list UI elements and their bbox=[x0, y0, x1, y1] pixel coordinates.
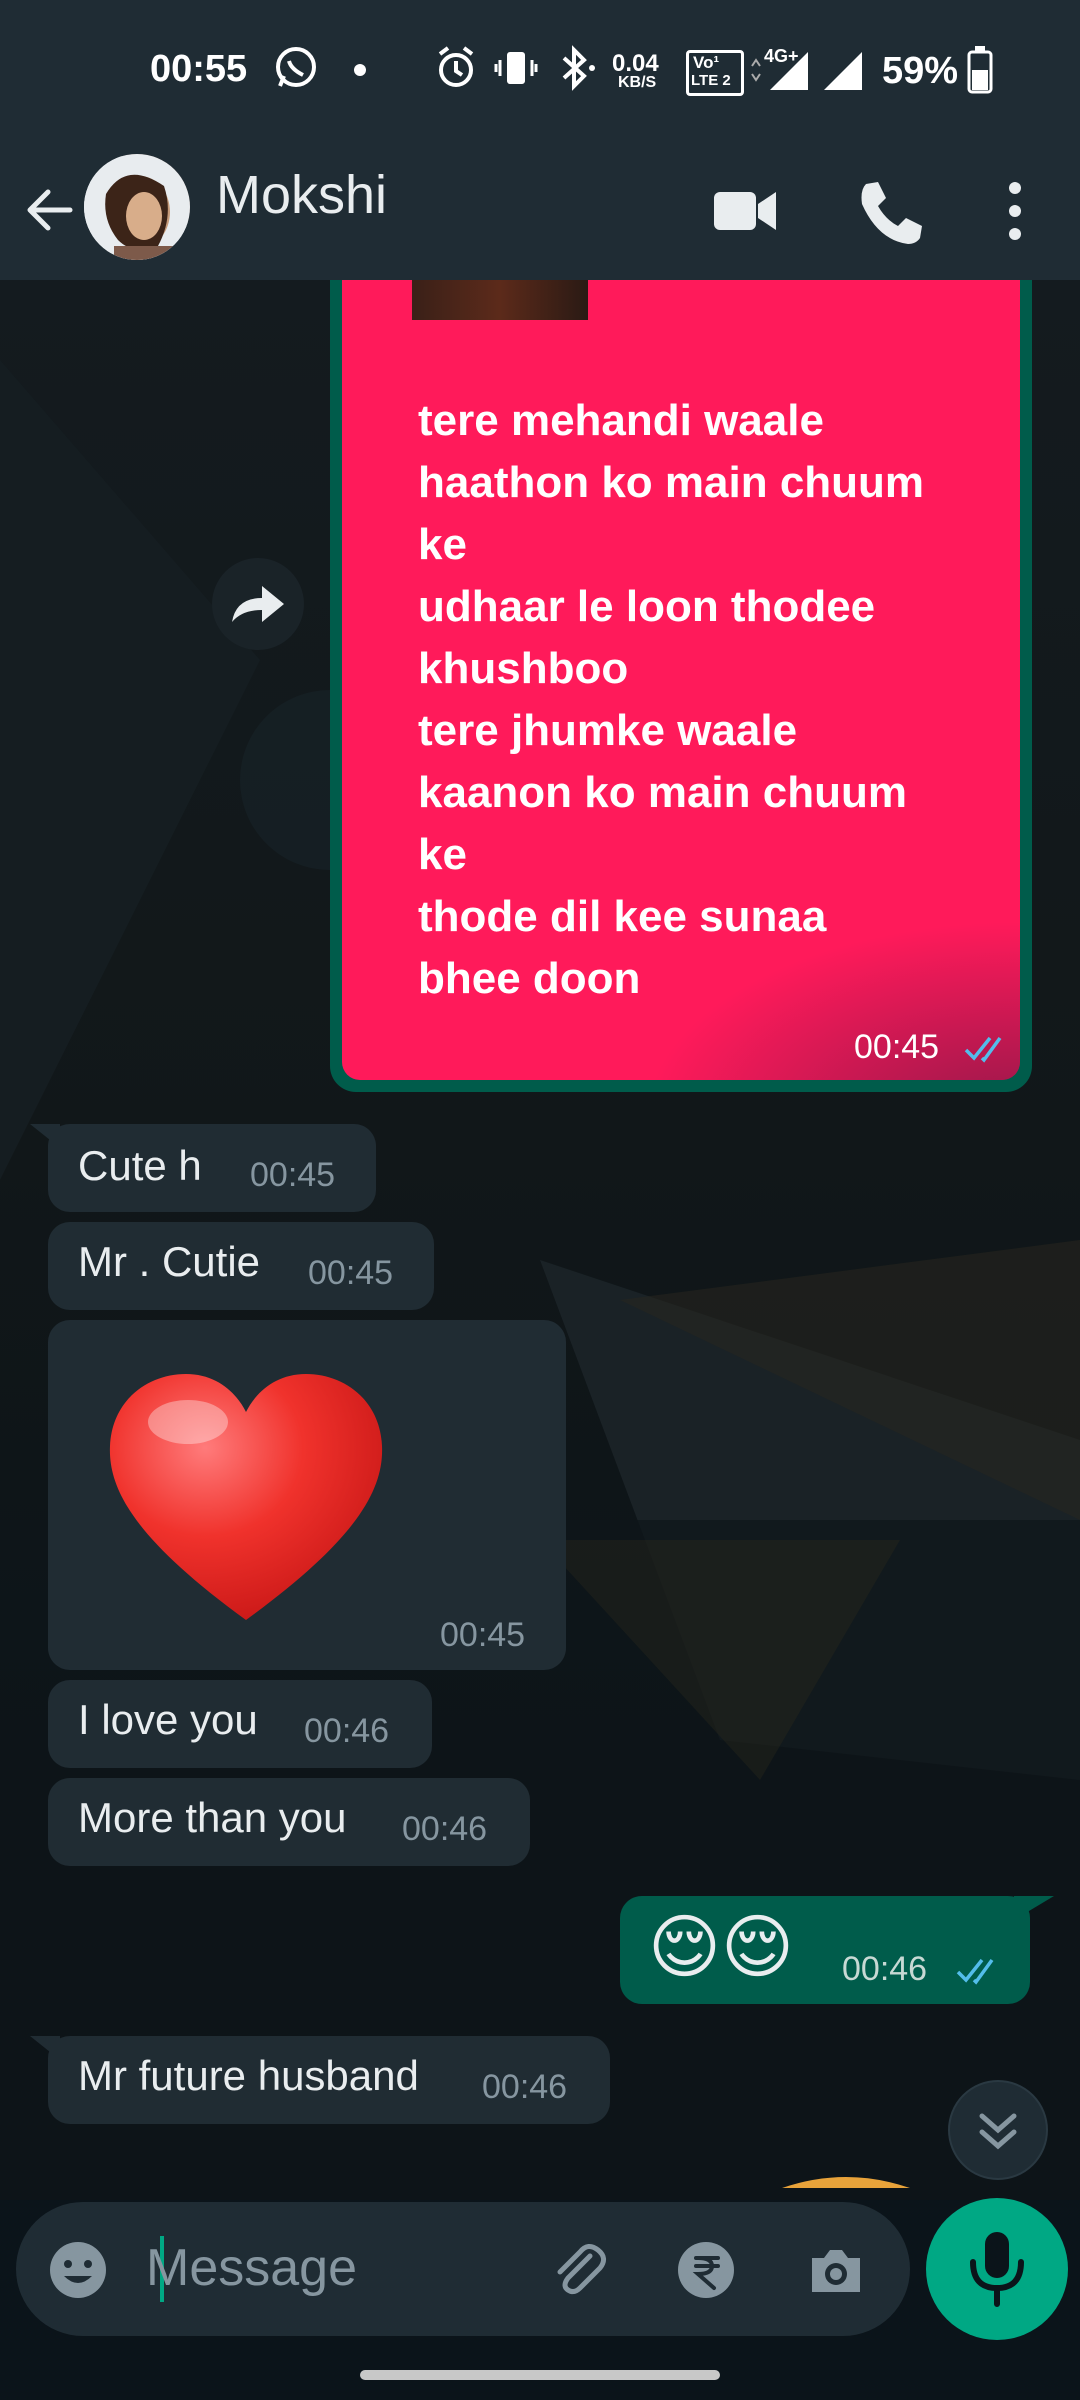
message-text: Mr . Cutie bbox=[78, 1238, 261, 1285]
media-thumbnail bbox=[412, 280, 588, 320]
nav-gesture-handle[interactable] bbox=[360, 2370, 720, 2380]
battery-percent: 59% bbox=[882, 50, 959, 92]
forward-icon bbox=[232, 586, 284, 622]
volte-icon: Vo¹ LTE 2 bbox=[686, 50, 744, 96]
lyric-line: tere jhumke waale bbox=[418, 706, 798, 755]
camera-icon[interactable] bbox=[804, 2238, 868, 2302]
volte-label: Vo¹ bbox=[693, 53, 720, 72]
lyric-line: ke bbox=[418, 830, 467, 879]
scroll-to-bottom-button[interactable] bbox=[948, 2080, 1048, 2180]
message-time: 00:45 bbox=[250, 1156, 336, 1194]
lyric-line: tere mehandi waale bbox=[418, 396, 824, 445]
read-ticks-icon bbox=[964, 1036, 1002, 1063]
incoming-message[interactable]: More than you 00:46 bbox=[48, 1778, 530, 1866]
phone-call-icon[interactable] bbox=[844, 166, 934, 256]
signal-sim1-icon bbox=[751, 52, 808, 90]
read-ticks-icon bbox=[956, 1958, 994, 1985]
back-arrow-icon[interactable] bbox=[22, 182, 78, 238]
vibrate-icon bbox=[494, 52, 538, 84]
lyric-line: kaanon ko main chuum bbox=[418, 768, 907, 817]
message-time: 00:45 bbox=[308, 1254, 394, 1292]
message-emoji-text: 😌😌 bbox=[648, 1908, 794, 1986]
message-time: 00:46 bbox=[402, 1810, 488, 1848]
message-time: 00:45 bbox=[440, 1616, 526, 1654]
partial-sticker bbox=[782, 2177, 910, 2188]
media-message-bubble[interactable]: tere mehandi waale haathon ko main chuum… bbox=[330, 280, 1032, 1092]
lte-label: LTE 2 bbox=[691, 72, 731, 89]
incoming-message[interactable]: I love you 00:46 bbox=[48, 1680, 432, 1768]
contact-name[interactable]: Mokshi bbox=[216, 164, 387, 226]
avatar-photo bbox=[84, 154, 190, 260]
video-call-icon[interactable] bbox=[700, 166, 790, 256]
incoming-message[interactable]: Cute h 00:45 bbox=[48, 1124, 376, 1212]
double-chevron-down-icon bbox=[979, 2113, 1017, 2150]
bluetooth-icon bbox=[562, 45, 595, 91]
battery-icon bbox=[967, 46, 993, 94]
message-time: 00:45 bbox=[854, 1028, 940, 1066]
rupee-payment-icon[interactable] bbox=[674, 2238, 738, 2302]
message-text: Mr future husband bbox=[78, 2052, 419, 2099]
message-input[interactable]: Message bbox=[146, 2238, 357, 2298]
incoming-message[interactable]: Mr future husband 00:46 bbox=[48, 2036, 610, 2124]
status-time: 00:55 bbox=[150, 48, 248, 90]
chat-header: Mokshi bbox=[0, 140, 1080, 280]
mic-icon bbox=[970, 2232, 1024, 2307]
emoji-icon[interactable] bbox=[46, 2238, 110, 2302]
whatsapp-notification-icon bbox=[276, 47, 316, 87]
more-vert-icon[interactable] bbox=[970, 166, 1060, 256]
message-time: 00:46 bbox=[482, 2068, 568, 2106]
forward-button[interactable] bbox=[212, 558, 304, 650]
system-nav-bar bbox=[0, 2352, 1080, 2400]
media-lyrics-card: tere mehandi waale haathon ko main chuum… bbox=[342, 280, 1020, 1080]
attach-icon[interactable] bbox=[546, 2238, 610, 2302]
bubble-tail bbox=[30, 1124, 60, 1148]
lyric-line: ke bbox=[418, 520, 467, 569]
voice-record-button[interactable] bbox=[926, 2198, 1068, 2340]
lyric-line: haathon ko main chuum bbox=[418, 458, 925, 507]
message-text: More than you bbox=[78, 1794, 347, 1841]
bubble-tail bbox=[1014, 1896, 1054, 1920]
lyrics-text: tere mehandi waale haathon ko main chuum… bbox=[418, 390, 1008, 1010]
outgoing-message[interactable]: 😌😌 00:46 bbox=[620, 1896, 1030, 2004]
net-speed-unit: KB/S bbox=[618, 74, 657, 91]
incoming-message[interactable]: Mr . Cutie 00:45 bbox=[48, 1222, 434, 1310]
lyric-line: khushboo bbox=[418, 644, 629, 693]
message-time: 00:46 bbox=[842, 1950, 928, 1988]
message-text: I love you bbox=[78, 1696, 258, 1743]
message-text: Cute h bbox=[78, 1142, 202, 1189]
alarm-icon bbox=[438, 46, 474, 87]
red-heart-icon bbox=[109, 1374, 383, 1620]
signal-sim2-icon bbox=[824, 52, 862, 90]
message-time: 00:46 bbox=[304, 1712, 390, 1750]
status-bar: 00:55 0.04 KB/S Vo¹ LTE 2 4G+ 59% bbox=[0, 0, 1080, 140]
message-input-bar: Message bbox=[16, 2202, 910, 2336]
contact-avatar[interactable] bbox=[84, 154, 190, 260]
dot-icon bbox=[354, 64, 366, 76]
lyric-line: udhaar le loon thodee bbox=[418, 582, 876, 631]
bubble-tail bbox=[30, 2036, 60, 2060]
